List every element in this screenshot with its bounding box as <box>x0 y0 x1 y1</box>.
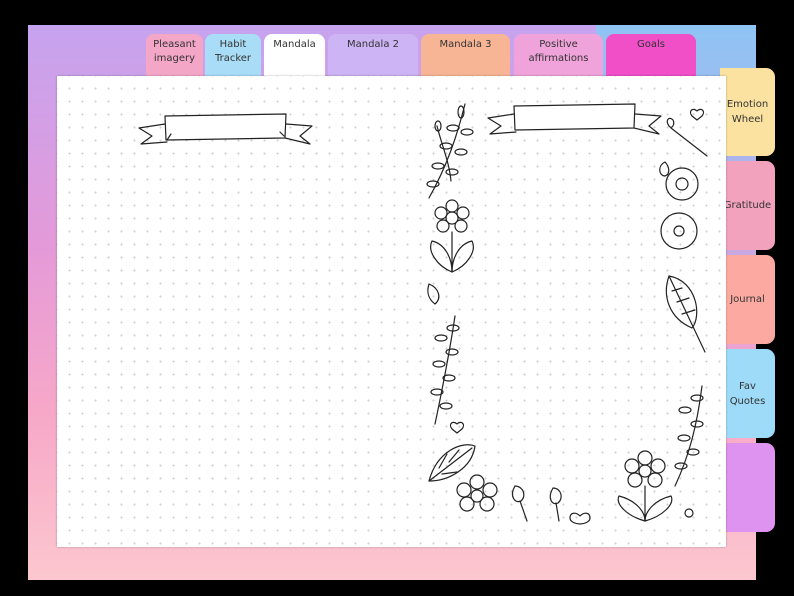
tab-positive-affirmations[interactable]: Positive affirmations <box>514 34 603 80</box>
flower-doodle-bottom-right <box>617 450 694 522</box>
leaf-doodle-right <box>665 275 706 353</box>
tab-blank[interactable] <box>720 443 775 532</box>
notebook-spread <box>57 76 726 547</box>
tab-mandala-2[interactable]: Mandala 2 <box>328 34 418 80</box>
tab-mandala[interactable]: Mandala <box>264 34 325 80</box>
heart-doodles <box>449 108 705 434</box>
leaf-doodle-small <box>427 283 440 305</box>
ribbon-banner-right <box>487 103 662 135</box>
vine-doodle-bottom-right <box>674 385 704 487</box>
vine-doodle-mid-left <box>430 315 460 425</box>
vine-doodle-top-left <box>426 103 474 199</box>
flower-doodle-left <box>430 199 474 273</box>
doodle-art <box>138 103 708 525</box>
tab-pleasant-imagery[interactable]: Pleasant imagery <box>146 34 203 80</box>
tab-goals[interactable]: Goals <box>606 34 696 80</box>
tab-fav-quotes[interactable]: Fav Quotes <box>720 349 775 438</box>
flower-doodle-bottom <box>456 474 591 525</box>
tab-mandala-3[interactable]: Mandala 3 <box>421 34 510 80</box>
tab-journal[interactable]: Journal <box>720 255 775 344</box>
flower-doodle-top-right <box>659 117 708 250</box>
leaf-doodle-bottom-left <box>428 444 476 482</box>
ribbon-banner-left <box>138 113 313 145</box>
tab-habit-tracker[interactable]: Habit Tracker <box>205 34 261 80</box>
tab-gratitude[interactable]: Gratitude <box>720 161 775 250</box>
tab-emotion-wheel[interactable]: Emotion Wheel <box>720 68 775 156</box>
